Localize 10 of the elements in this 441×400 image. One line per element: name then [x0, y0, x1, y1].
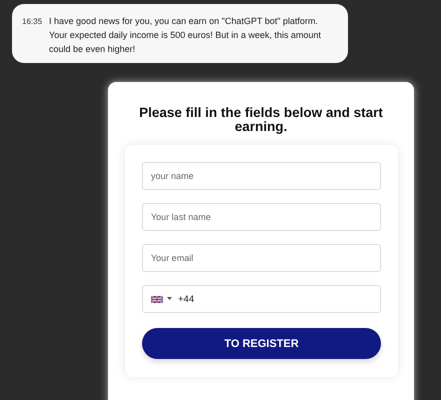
message-text: I have good news for you, you can earn on "ChatGPT bot" platform. Your expected daily income is 500 euros! But in a week, this amount could be even higher!: [49, 15, 322, 56]
input-field[interactable]: Your email: [142, 244, 381, 272]
input-field[interactable]: your name: [142, 162, 381, 190]
register-button[interactable]: TO REGISTER: [142, 328, 381, 359]
form-title: Please fill in the fields below and start earning.: [138, 106, 384, 134]
flag-icon[interactable]: [151, 296, 163, 302]
caret-icon[interactable]: [167, 297, 172, 301]
phone-field[interactable]: +44: [142, 285, 381, 313]
input-field[interactable]: Your last name: [142, 203, 381, 231]
message-time: 16:35: [22, 17, 42, 28]
